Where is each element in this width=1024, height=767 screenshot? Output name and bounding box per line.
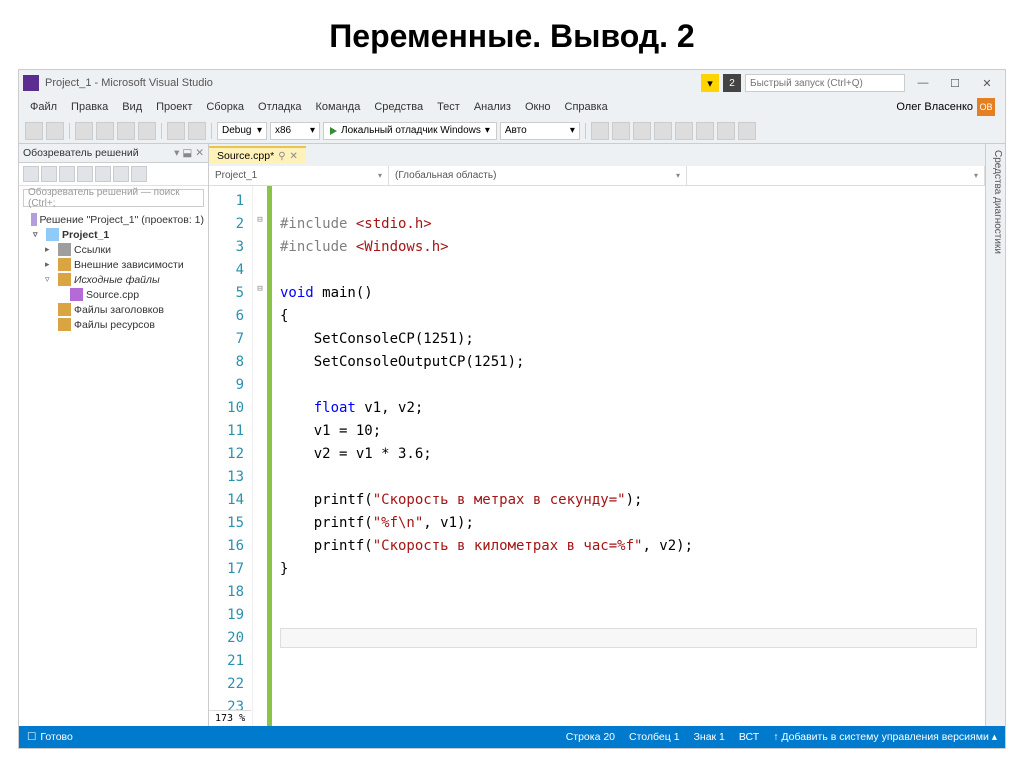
config-select[interactable]: Debug▾ (217, 122, 267, 140)
solution-explorer-title: Обозреватель решений ▾ ⬓ ✕ (19, 144, 208, 163)
maximize-button[interactable]: ☐ (941, 73, 969, 93)
tree-refs[interactable]: ▸Ссылки (21, 242, 206, 257)
quick-launch-input[interactable] (745, 74, 905, 92)
status-ready: ☐ Готово (27, 731, 73, 743)
menu-edit[interactable]: Правка (64, 99, 115, 115)
menu-file[interactable]: Файл (23, 99, 64, 115)
flag-icon[interactable]: ▾ (701, 74, 719, 92)
line-numbers: 1234567891011121314151617181920212223 (209, 186, 253, 726)
statusbar: ☐ Готово Строка 20 Столбец 1 Знак 1 ВСТ … (19, 726, 1005, 748)
menu-view[interactable]: Вид (115, 99, 149, 115)
titlebar: Project_1 - Microsoft Visual Studio ▾ 2 … (19, 70, 1005, 96)
refresh-icon[interactable] (41, 166, 57, 182)
properties-icon[interactable] (77, 166, 93, 182)
editor-navbar: Project_1▾ (Глобальная область)▾ ▾ (209, 166, 985, 186)
toolbar: Debug▾ x86▾ Локальный отладчик Windows ▾… (19, 118, 1005, 144)
minimize-button[interactable]: — (909, 73, 937, 93)
slide-title: Переменные. Вывод. 2 (0, 0, 1024, 69)
separator (69, 123, 70, 139)
status-ins: ВСТ (739, 731, 759, 743)
caret-line (280, 628, 977, 648)
solution-tree: Решение "Project_1" (проектов: 1) ▿Proje… (19, 210, 208, 726)
wrench-icon[interactable] (131, 166, 147, 182)
vs-window: Project_1 - Microsoft Visual Studio ▾ 2 … (18, 69, 1006, 749)
close-tab-icon[interactable]: ✕ (290, 151, 298, 162)
tree-headers[interactable]: Файлы заголовков (21, 302, 206, 317)
main-area: Обозреватель решений ▾ ⬓ ✕ Обозреватель … (19, 144, 1005, 726)
redo-icon[interactable] (188, 122, 206, 140)
play-icon (330, 127, 337, 135)
menu-project[interactable]: Проект (149, 99, 199, 115)
code-lines[interactable]: #include <stdio.h> #include <Windows.h> … (272, 186, 985, 726)
open-icon[interactable] (96, 122, 114, 140)
tool-icon[interactable] (738, 122, 756, 140)
menu-analyze[interactable]: Анализ (467, 99, 518, 115)
menubar: Файл Правка Вид Проект Сборка Отладка Ко… (19, 96, 1005, 118)
solution-toolbar (19, 163, 208, 186)
vs-logo-icon (23, 75, 39, 91)
save-all-icon[interactable] (138, 122, 156, 140)
code-editor[interactable]: 1234567891011121314151617181920212223 ⊟⊟… (209, 186, 985, 726)
debug-mode-select[interactable]: Авто▾ (500, 122, 580, 140)
home-icon[interactable] (23, 166, 39, 182)
collapse-icon[interactable] (113, 166, 129, 182)
tree-source-cpp[interactable]: Source.cpp (21, 287, 206, 302)
zoom-level[interactable]: 173 % (209, 710, 251, 726)
menu-team[interactable]: Команда (309, 99, 368, 115)
nav-back-icon[interactable] (25, 122, 43, 140)
nav-project-select[interactable]: Project_1▾ (209, 166, 389, 185)
tool-icon[interactable] (696, 122, 714, 140)
pane-menu-icon[interactable]: ▾ ⬓ ✕ (174, 147, 204, 159)
tab-source-cpp[interactable]: Source.cpp* ⚲ ✕ (209, 146, 306, 164)
showall-icon[interactable] (95, 166, 111, 182)
tree-ext[interactable]: ▸Внешние зависимости (21, 257, 206, 272)
separator (161, 123, 162, 139)
notification-badge[interactable]: 2 (723, 74, 741, 92)
tool-icon[interactable] (654, 122, 672, 140)
menu-debug[interactable]: Отладка (251, 99, 308, 115)
menu-window[interactable]: Окно (518, 99, 558, 115)
tool-icon[interactable] (717, 122, 735, 140)
solution-explorer: Обозреватель решений ▾ ⬓ ✕ Обозреватель … (19, 144, 209, 726)
menu-test[interactable]: Тест (430, 99, 467, 115)
nav-member-select[interactable]: ▾ (687, 166, 985, 185)
editor-tabstrip: Source.cpp* ⚲ ✕ (209, 144, 985, 166)
close-button[interactable]: ✕ (973, 73, 1001, 93)
tree-resources[interactable]: Файлы ресурсов (21, 317, 206, 332)
avatar[interactable]: ОВ (977, 98, 995, 116)
separator (585, 123, 586, 139)
save-icon[interactable] (117, 122, 135, 140)
window-title: Project_1 - Microsoft Visual Studio (45, 77, 213, 89)
status-vcs[interactable]: ↑ Добавить в систему управления версиями… (773, 731, 997, 743)
run-button[interactable]: Локальный отладчик Windows ▾ (323, 122, 497, 140)
menu-build[interactable]: Сборка (199, 99, 251, 115)
status-line: Строка 20 (566, 731, 615, 743)
tool-icon[interactable] (612, 122, 630, 140)
menu-tools[interactable]: Средства (367, 99, 430, 115)
new-icon[interactable] (75, 122, 93, 140)
tree-project[interactable]: ▿Project_1 (21, 227, 206, 242)
pin-icon[interactable]: ⚲ (278, 151, 285, 162)
sync-icon[interactable] (59, 166, 75, 182)
tree-solution[interactable]: Решение "Project_1" (проектов: 1) (21, 212, 206, 227)
platform-select[interactable]: x86▾ (270, 122, 320, 140)
editor-pane: Source.cpp* ⚲ ✕ Project_1▾ (Глобальная о… (209, 144, 985, 726)
status-col: Столбец 1 (629, 731, 680, 743)
undo-icon[interactable] (167, 122, 185, 140)
user-name[interactable]: Олег Власенко (896, 101, 973, 113)
tool-icon[interactable] (633, 122, 651, 140)
tool-icon[interactable] (675, 122, 693, 140)
nav-fwd-icon[interactable] (46, 122, 64, 140)
status-char: Знак 1 (694, 731, 725, 743)
menu-help[interactable]: Справка (558, 99, 615, 115)
solution-search-input[interactable]: Обозреватель решений — поиск (Ctrl+; (23, 189, 204, 207)
tree-src[interactable]: ▿Исходные файлы (21, 272, 206, 287)
diagnostics-rail[interactable]: Средства диагностики (985, 144, 1005, 726)
outline-margin[interactable]: ⊟⊟ (253, 186, 267, 726)
nav-scope-select[interactable]: (Глобальная область)▾ (389, 166, 687, 185)
tool-icon[interactable] (591, 122, 609, 140)
separator (211, 123, 212, 139)
